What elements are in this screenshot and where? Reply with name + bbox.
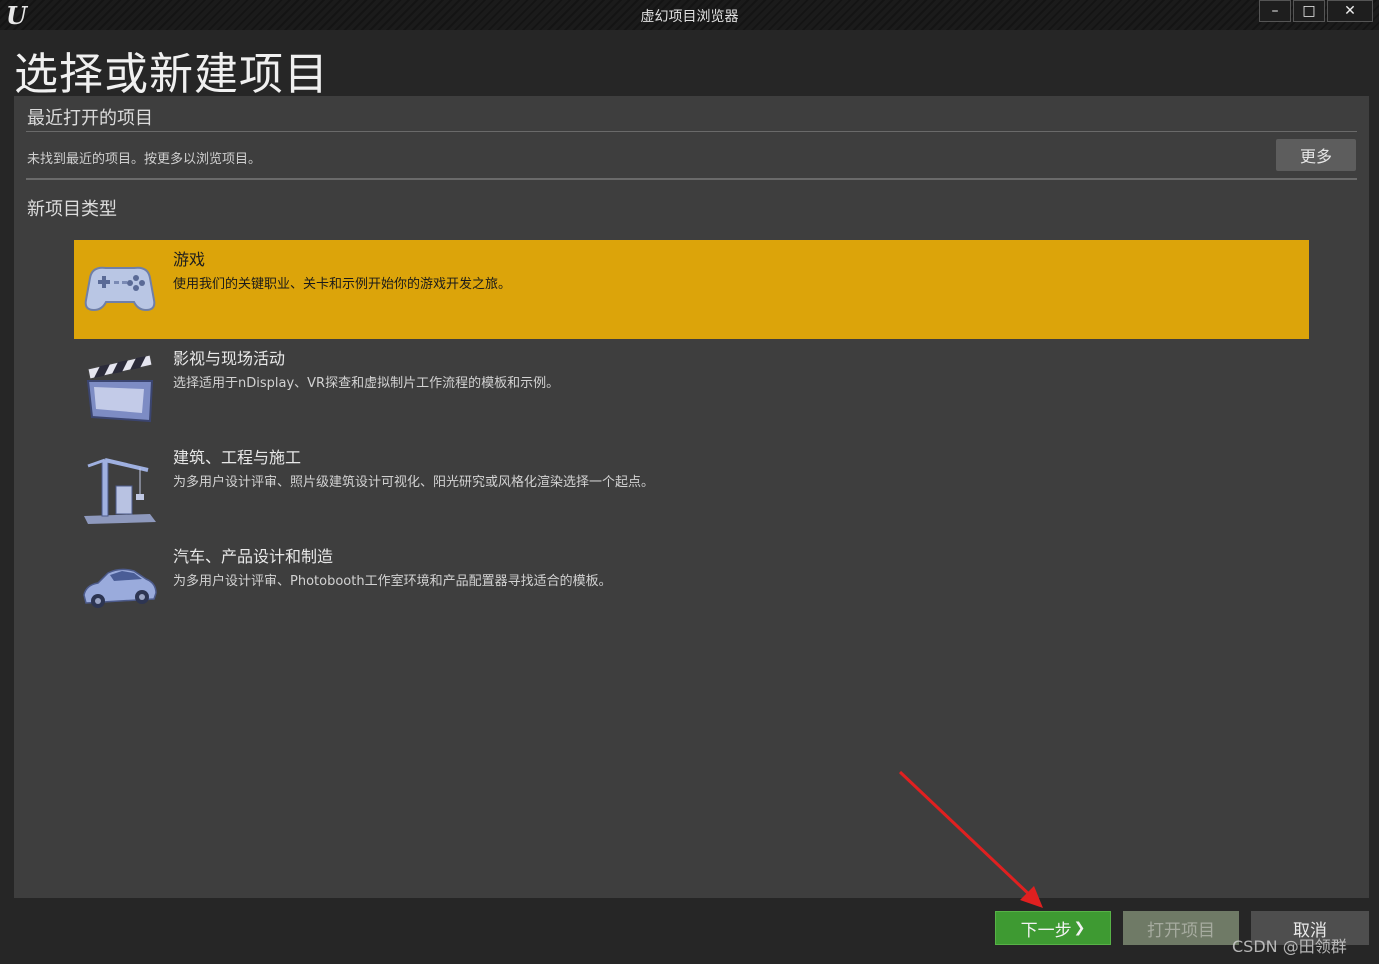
recent-empty-message: 未找到最近的项目。按更多以浏览项目。	[27, 152, 262, 167]
watermark: CSDN @田领群	[1232, 937, 1347, 956]
category-architecture[interactable]: 建筑、工程与施工 为多用户设计评审、照片级建筑设计可视化、阳光研究或风格化渲染选…	[74, 438, 1309, 537]
open-project-button[interactable]: 打开项目	[1123, 911, 1239, 945]
category-description: 为多用户设计评审、Photobooth工作室环境和产品配置器寻找适合的模板。	[173, 574, 612, 589]
minimize-button[interactable]: –	[1259, 0, 1291, 22]
maximize-button[interactable]: □	[1293, 0, 1325, 22]
crane-icon	[84, 458, 156, 524]
category-automotive[interactable]: 汽车、产品设计和制造 为多用户设计评审、Photobooth工作室环境和产品配置…	[74, 537, 1309, 636]
divider	[26, 178, 1357, 180]
minimize-icon: –	[1271, 3, 1279, 19]
maximize-icon: □	[1302, 3, 1316, 19]
new-project-heading: 新项目类型	[27, 199, 117, 220]
window-controls: – □ ✕	[1259, 0, 1373, 22]
category-name: 影视与现场活动	[173, 349, 286, 368]
main-panel: 最近打开的项目 未找到最近的项目。按更多以浏览项目。 更多 新项目类型 游戏 使…	[14, 96, 1369, 898]
close-icon: ✕	[1344, 3, 1356, 19]
category-name: 游戏	[173, 250, 206, 269]
clapperboard-icon	[86, 354, 154, 423]
window-title: 虚幻项目浏览器	[640, 9, 739, 25]
category-name: 汽车、产品设计和制造	[173, 547, 334, 566]
category-games[interactable]: 游戏 使用我们的关键职业、关卡和示例开始你的游戏开发之旅。	[74, 240, 1309, 339]
category-name: 建筑、工程与施工	[173, 448, 302, 467]
category-list: 游戏 使用我们的关键职业、关卡和示例开始你的游戏开发之旅。 影视与现场活动 选择…	[74, 240, 1309, 636]
next-label: 下一步	[1020, 920, 1072, 941]
category-description: 使用我们的关键职业、关卡和示例开始你的游戏开发之旅。	[173, 277, 512, 292]
category-description: 为多用户设计评审、照片级建筑设计可视化、阳光研究或风格化渲染选择一个起点。	[173, 475, 655, 490]
category-description: 选择适用于nDisplay、VR探查和虚拟制片工作流程的模板和示例。	[173, 376, 560, 391]
car-icon	[83, 568, 157, 608]
more-button[interactable]: 更多	[1276, 139, 1356, 171]
close-button[interactable]: ✕	[1327, 0, 1373, 22]
gamepad-icon	[84, 266, 156, 312]
title-bar[interactable]: U 虚幻项目浏览器 – □ ✕	[0, 0, 1379, 30]
chevron-right-icon: ❯	[1073, 920, 1086, 936]
recent-projects-heading: 最近打开的项目	[27, 108, 153, 129]
category-film-live-events[interactable]: 影视与现场活动 选择适用于nDisplay、VR探查和虚拟制片工作流程的模板和示…	[74, 339, 1309, 438]
page-title: 选择或新建项目	[14, 49, 329, 100]
divider	[26, 131, 1357, 132]
next-button[interactable]: 下一步 ❯	[995, 911, 1111, 945]
